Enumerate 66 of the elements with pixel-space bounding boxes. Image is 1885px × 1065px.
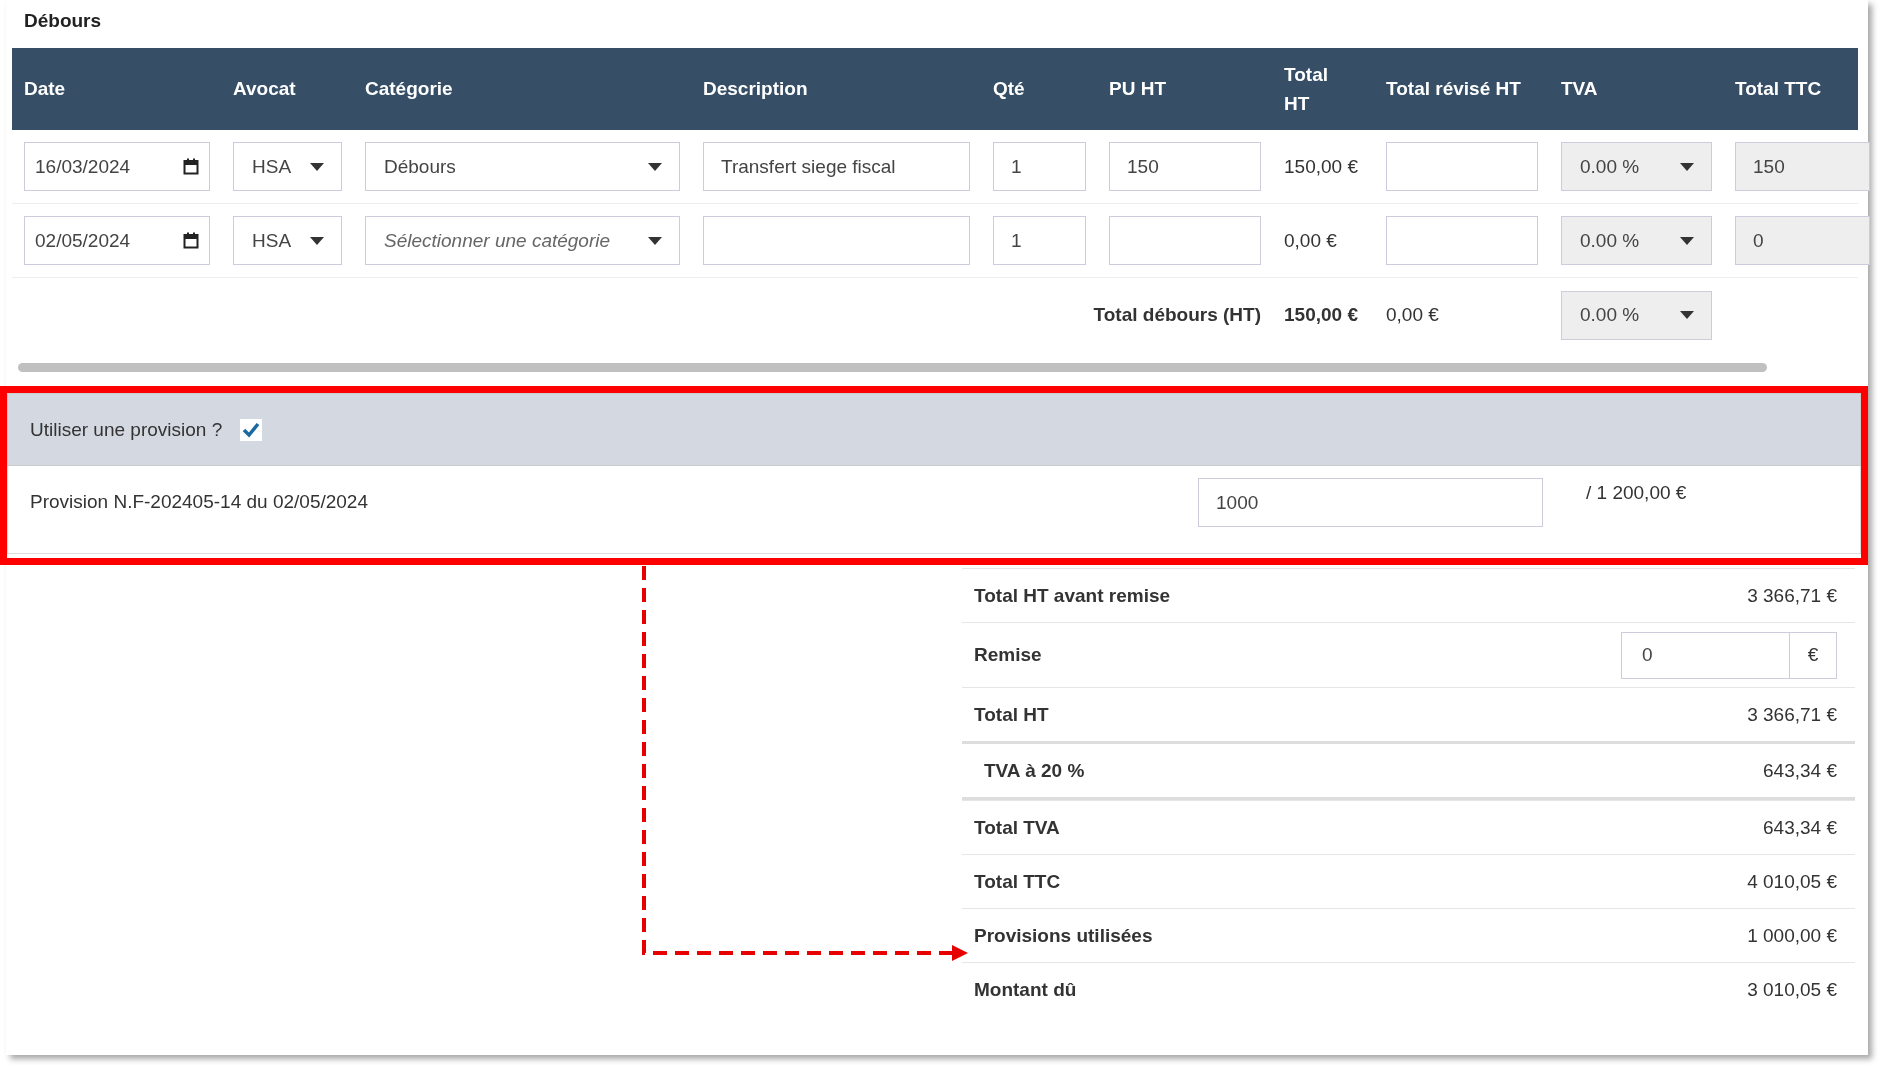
vat-dropdown[interactable]: 0.00 % bbox=[1561, 216, 1712, 265]
column-header: Qté bbox=[993, 78, 1026, 100]
scrollbar[interactable] bbox=[18, 363, 1767, 372]
quantity-field[interactable]: 1 bbox=[993, 216, 1086, 265]
total-label: Total TTC bbox=[974, 870, 1061, 893]
section-title: Débours bbox=[23, 9, 103, 33]
caret-icon bbox=[1680, 236, 1694, 245]
column-header: Catégorie bbox=[365, 78, 454, 100]
caret-icon bbox=[1680, 311, 1694, 319]
total-ttc-field[interactable]: 0 bbox=[1735, 216, 1870, 265]
column-header: Total TTC bbox=[1735, 78, 1823, 100]
column-header: Total révisé HT bbox=[1386, 78, 1522, 100]
total-label: Remise bbox=[974, 644, 1042, 666]
calendar-icon bbox=[183, 232, 199, 249]
column-header: Date bbox=[24, 78, 67, 100]
provision-total-text: / 1 200,00 € bbox=[1586, 482, 1687, 504]
total-value: 4 010,05 € bbox=[1747, 870, 1837, 893]
description-field[interactable] bbox=[703, 216, 970, 265]
caret-icon bbox=[1680, 162, 1694, 171]
description-field[interactable]: Transfert siege fiscal bbox=[703, 142, 970, 191]
total-value: 3 010,05 € bbox=[1747, 978, 1837, 1001]
revised-total-field[interactable] bbox=[1386, 216, 1538, 265]
lawyer-dropdown[interactable]: HSA bbox=[233, 142, 342, 191]
total-value: 1 000,00 € bbox=[1747, 924, 1837, 947]
currency-addon: € bbox=[1789, 631, 1837, 679]
provision-name: Provision N.F-202405-14 du 02/05/2024 bbox=[30, 491, 369, 513]
amount-field[interactable]: 1000 bbox=[1198, 478, 1543, 527]
caret-icon bbox=[310, 162, 324, 171]
revised-total-text: 0,00 € bbox=[1386, 304, 1440, 326]
total-ht-text: 150,00 € bbox=[1284, 304, 1359, 326]
date-field[interactable]: 16/03/2024 bbox=[24, 142, 210, 191]
calendar-icon bbox=[183, 158, 199, 175]
caret-icon bbox=[310, 236, 324, 245]
total-label: Total HT avant remise bbox=[974, 584, 1171, 607]
category-dropdown[interactable]: Sélectionner une catégorie bbox=[365, 216, 680, 265]
unit-price-field[interactable] bbox=[1109, 216, 1261, 265]
total-label: Montant dû bbox=[974, 978, 1077, 1001]
column-header: Description bbox=[703, 78, 809, 100]
lawyer-dropdown[interactable]: HSA bbox=[233, 216, 342, 265]
category-dropdown[interactable]: Débours bbox=[365, 142, 680, 191]
caret-icon bbox=[648, 236, 662, 245]
checkbox[interactable] bbox=[240, 418, 263, 441]
provision-label: Utiliser une provision ? bbox=[30, 418, 223, 441]
total-value: 3 366,71 € bbox=[1747, 584, 1837, 607]
quantity-field[interactable]: 1 bbox=[993, 142, 1086, 191]
total-ht-text: 0,00 € bbox=[1284, 229, 1338, 252]
total-value: 643,34 € bbox=[1763, 816, 1837, 839]
unit-price-field[interactable]: 150 bbox=[1109, 142, 1261, 191]
total-value: 3 366,71 € bbox=[1747, 703, 1837, 726]
vat-dropdown[interactable]: 0.00 % bbox=[1561, 290, 1712, 340]
total-label: Total TVA bbox=[974, 816, 1060, 839]
discount-field[interactable]: 0 bbox=[1621, 631, 1789, 679]
total-label: Total débours (HT) bbox=[1093, 304, 1261, 326]
vat-dropdown[interactable]: 0.00 % bbox=[1561, 142, 1712, 191]
total-label: TVA à 20 % bbox=[984, 759, 1085, 782]
column-header: Avocat bbox=[233, 78, 297, 100]
revised-total-field[interactable] bbox=[1386, 142, 1538, 191]
column-header: PU HT bbox=[1109, 78, 1167, 100]
column-header: TVA bbox=[1561, 78, 1599, 100]
total-ht-text: 150,00 € bbox=[1284, 155, 1359, 178]
caret-icon bbox=[648, 162, 662, 171]
total-label: Total HT bbox=[974, 703, 1049, 726]
total-label: Provisions utilisées bbox=[974, 924, 1153, 947]
total-value: 643,34 € bbox=[1763, 759, 1837, 782]
date-field[interactable]: 02/05/2024 bbox=[24, 216, 210, 265]
total-ttc-field[interactable]: 150 bbox=[1735, 142, 1870, 191]
